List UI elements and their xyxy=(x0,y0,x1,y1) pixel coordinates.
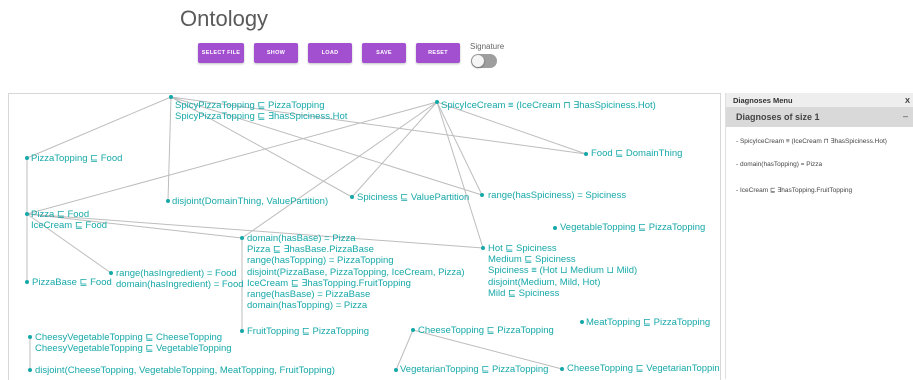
graph-edge xyxy=(167,96,172,202)
node-axiom: range(hasBase) = PizzaBase xyxy=(247,289,371,301)
node-axiom: VegetableTopping ⊑ PizzaTopping xyxy=(560,222,706,233)
graph-node-range-has-spiciness[interactable]: range(hasSpiciness) = Spiciness xyxy=(488,190,626,201)
graph-node-cheese-topping[interactable]: CheeseTopping ⊑ PizzaTopping xyxy=(418,325,554,336)
graph-edge xyxy=(26,96,172,159)
save-button[interactable]: SAVE xyxy=(362,43,406,63)
graph-node-spicy-pizza-topping[interactable]: SpicyPizzaTopping ⊑ PizzaTopping SpicyPiz… xyxy=(175,100,347,122)
node-axiom: PizzaTopping ⊑ Food xyxy=(31,153,123,164)
node-axiom: IceCream ⊑ ∃hasTopping.FruitTopping xyxy=(247,277,411,289)
diagnoses-group-title: Diagnoses of size 1 xyxy=(736,112,820,122)
node-axiom: domain(hasTopping) = Pizza xyxy=(247,300,368,312)
node-dot[interactable] xyxy=(25,212,29,216)
node-axiom: Food ⊑ DomainThing xyxy=(591,148,683,159)
node-dot[interactable] xyxy=(435,100,439,104)
node-dot[interactable] xyxy=(25,156,29,160)
node-dot[interactable] xyxy=(25,280,29,284)
node-dot[interactable] xyxy=(394,368,398,372)
node-dot[interactable] xyxy=(240,329,244,333)
graph-node-pizza-topping-food[interactable]: PizzaTopping ⊑ Food xyxy=(31,153,122,164)
graph-node-domain-has-base[interactable]: domain(hasBase) = Pizza Pizza ⊑ ∃hasBase.… xyxy=(247,233,465,311)
graph-node-cheesy-vegetable[interactable]: CheesyVegetableTopping ⊑ CheeseTopping Ch… xyxy=(35,332,232,354)
load-button[interactable]: LOAD xyxy=(308,43,352,63)
graph-canvas[interactable]: SpicyPizzaTopping ⊑ PizzaTopping SpicyPiz… xyxy=(8,93,721,380)
graph-node-food-domain-thing[interactable]: Food ⊑ DomainThing xyxy=(591,148,682,159)
node-dot[interactable] xyxy=(584,152,588,156)
graph-node-fruit-topping[interactable]: FruitTopping ⊑ PizzaTopping xyxy=(247,326,369,337)
node-axiom: PizzaBase ⊑ Food xyxy=(32,277,112,288)
node-axiom: CheesyVegetableTopping ⊑ VegetableToppin… xyxy=(35,343,232,355)
node-axiom: SpicyPizzaTopping ⊑ PizzaTopping xyxy=(175,100,325,111)
node-axiom: Medium ⊑ Spiciness xyxy=(488,254,576,266)
node-dot[interactable] xyxy=(240,236,244,240)
toggle-knob xyxy=(472,55,484,67)
diagnosis-item[interactable]: - IceCream ⊑ ∃hasTopping.FruitTopping xyxy=(736,186,852,194)
signature-label: Signature xyxy=(470,42,505,51)
node-dot[interactable] xyxy=(28,368,32,372)
node-dot[interactable] xyxy=(166,199,170,203)
node-axiom: range(hasSpiciness) = Spiciness xyxy=(488,190,627,201)
node-dot[interactable] xyxy=(109,271,113,275)
show-button[interactable]: SHOW xyxy=(254,43,298,63)
diagnosis-item[interactable]: - SpicyIceCream ≡ (IceCream ⊓ ∃hasSpicin… xyxy=(736,137,887,145)
graph-node-hot-spiciness[interactable]: Hot ⊑ Spiciness Medium ⊑ Spiciness Spicine… xyxy=(488,243,637,299)
graph-node-disjoint-domain-value[interactable]: disjoint(DomainThing, ValuePartition) xyxy=(172,196,328,207)
signature-toggle[interactable] xyxy=(471,54,497,68)
node-dot[interactable] xyxy=(481,246,485,250)
graph-node-pizza-base-food[interactable]: PizzaBase ⊑ Food xyxy=(32,277,112,288)
graph-node-spiciness-value-partition[interactable]: Spiciness ⊑ ValuePartition xyxy=(357,192,469,203)
graph-node-vegetarian-topping[interactable]: VegetarianTopping ⊑ PizzaTopping xyxy=(400,364,548,375)
graph-node-vegetable-topping[interactable]: VegetableTopping ⊑ PizzaTopping xyxy=(560,222,705,233)
node-axiom: SpicyIceCream ≡ (IceCream ⊓ ∃hasSpicines… xyxy=(441,100,656,111)
node-axiom: Mild ⊑ Spiciness xyxy=(488,287,560,299)
node-axiom: disjoint(CheeseTopping, VegetableTopping… xyxy=(35,365,335,376)
node-dot[interactable] xyxy=(28,335,32,339)
node-axiom: VegetarianTopping ⊑ PizzaTopping xyxy=(400,364,549,375)
graph-node-spicy-ice-cream[interactable]: SpicyIceCream ≡ (IceCream ⊓ ∃hasSpicines… xyxy=(441,100,656,111)
select-file-button[interactable]: SELECT FILE xyxy=(198,43,244,63)
node-axiom: MeatTopping ⊑ PizzaTopping xyxy=(586,317,711,328)
node-axiom: range(hasIngredient) = Food xyxy=(116,268,237,279)
graph-node-pizza-food[interactable]: Pizza ⊑ Food IceCream ⊑ Food xyxy=(31,209,107,231)
node-axiom: disjoint(PizzaBase, PizzaTopping, IceCre… xyxy=(247,266,465,278)
diagnoses-panel: Diagnoses Menu X Diagnoses of size 1 – -… xyxy=(725,93,913,379)
graph-node-range-has-ingredient[interactable]: range(hasIngredient) = Food domain(hasIng… xyxy=(116,268,244,290)
node-axiom: domain(hasIngredient) = Food xyxy=(116,279,244,291)
node-axiom: disjoint(Medium, Mild, Hot) xyxy=(488,276,601,288)
graph-edge xyxy=(436,101,484,249)
node-axiom: range(hasTopping) = PizzaTopping xyxy=(247,255,394,267)
graph-node-cheese-vegetarian[interactable]: CheeseTopping ⊑ VegetarianTopping xyxy=(567,363,721,374)
node-axiom: CheesyVegetableTopping ⊑ CheeseTopping xyxy=(35,332,223,343)
node-axiom: Pizza ⊑ ∃hasBase.PizzaBase xyxy=(247,244,374,256)
diagnoses-menu-header: Diagnoses Menu X xyxy=(726,93,913,107)
close-icon[interactable]: X xyxy=(905,96,910,105)
node-axiom: SpicyPizzaTopping ⊑ ∃hasSpiciness.Hot xyxy=(175,111,348,123)
node-dot[interactable] xyxy=(560,367,564,371)
node-axiom: Hot ⊑ Spiciness xyxy=(488,243,557,254)
graph-node-disjoint-toppings[interactable]: disjoint(CheeseTopping, VegetableTopping… xyxy=(35,365,335,376)
diagnosis-item[interactable]: - domain(hasTopping) = Pizza xyxy=(736,161,822,168)
reset-button[interactable]: RESET xyxy=(416,43,460,63)
graph-edge xyxy=(351,101,438,198)
node-dot[interactable] xyxy=(169,95,173,99)
node-axiom: FruitTopping ⊑ PizzaTopping xyxy=(247,326,370,337)
node-axiom: domain(hasBase) = Pizza xyxy=(247,233,356,244)
page-title: Ontology xyxy=(180,6,269,31)
node-axiom: Spiciness ⊑ ValuePartition xyxy=(357,192,470,203)
node-axiom: Pizza ⊑ Food xyxy=(31,209,90,220)
diagnoses-group-header[interactable]: Diagnoses of size 1 – xyxy=(726,107,913,127)
node-axiom: Spiciness ≡ (Hot ⊔ Medium ⊔ Mild) xyxy=(488,265,638,277)
node-axiom: disjoint(DomainThing, ValuePartition) xyxy=(172,196,329,207)
collapse-icon[interactable]: – xyxy=(903,111,908,121)
node-dot[interactable] xyxy=(480,193,484,197)
graph-node-meat-topping[interactable]: MeatTopping ⊑ PizzaTopping xyxy=(586,317,710,328)
node-axiom: IceCream ⊑ Food xyxy=(31,220,108,232)
node-axiom: CheeseTopping ⊑ VegetarianTopping xyxy=(567,363,721,374)
node-dot[interactable] xyxy=(350,195,354,199)
node-dot[interactable] xyxy=(580,320,584,324)
node-dot[interactable] xyxy=(553,226,557,230)
diagnoses-menu-title: Diagnoses Menu xyxy=(733,96,793,105)
graph-edge xyxy=(436,101,483,196)
node-dot[interactable] xyxy=(411,328,415,332)
node-axiom: CheeseTopping ⊑ PizzaTopping xyxy=(418,325,554,336)
